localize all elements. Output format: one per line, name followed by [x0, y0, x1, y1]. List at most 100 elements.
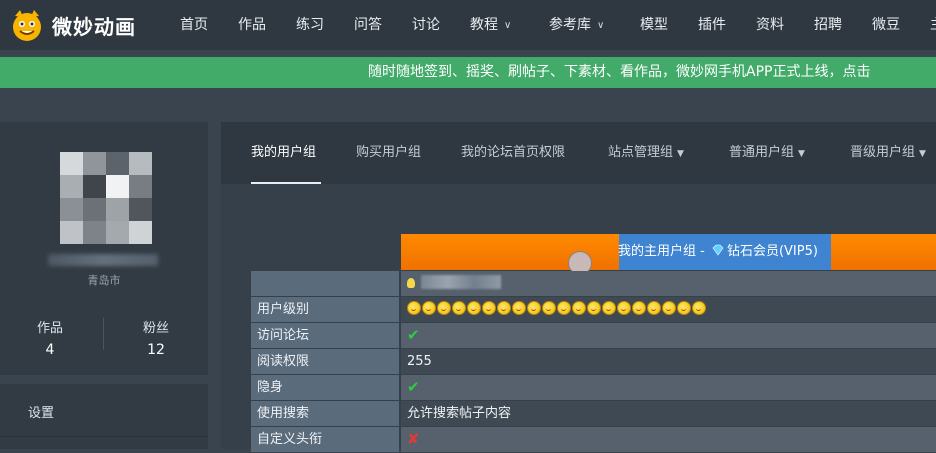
nav-qa[interactable]: 问答: [354, 0, 382, 50]
perm-label: [251, 271, 399, 296]
smiley-icon: [662, 301, 676, 315]
group-header-prefix: 我的主用户组 -: [618, 244, 709, 259]
caret-down-icon: ▼: [798, 149, 805, 159]
nav-resources[interactable]: 资料: [756, 0, 784, 50]
divider: [0, 436, 208, 437]
avatar[interactable]: [60, 152, 152, 244]
nav-home[interactable]: 首页: [180, 0, 208, 50]
perm-label: 访问论坛: [251, 323, 399, 348]
nav-discuss[interactable]: 讨论: [412, 0, 440, 50]
user-location: 青岛市: [87, 274, 121, 287]
perm-label: 阅读权限: [251, 349, 399, 374]
perm-label: 使用搜索: [251, 401, 399, 426]
stat-divider: [103, 318, 104, 350]
smiley-icon: [572, 301, 586, 315]
nav-reference-label: 参考库: [549, 17, 591, 33]
top-nav: 微妙动画 首页 作品 练习 问答 讨论 教程 ∨ 参考库 ∨ 模型 插件 资料 招聘…: [0, 0, 936, 50]
diamond-icon: [712, 244, 724, 256]
table-row: [251, 271, 936, 296]
perm-value: 255: [401, 349, 936, 374]
smiley-icon: [617, 301, 631, 315]
smiley-icon: [437, 301, 451, 315]
perm-label: 自定义头衔: [251, 427, 399, 452]
nav-reference[interactable]: 参考库 ∨: [549, 0, 604, 50]
smiley-icon: [512, 301, 526, 315]
settings-link[interactable]: 设置: [28, 402, 54, 421]
check-icon: ✔: [407, 326, 420, 344]
smiley-icon: [542, 301, 556, 315]
tab-promotion-groups[interactable]: 晋级用户组 ▼: [850, 122, 926, 184]
perm-label: 隐身: [251, 375, 399, 400]
group-header: 我的主用户组 - 钻石会员(VIP5): [401, 234, 936, 270]
smiley-icon: [632, 301, 646, 315]
smiley-icon: [587, 301, 601, 315]
perm-value: [401, 271, 936, 296]
nav-tutorials-label: 教程: [470, 17, 498, 33]
logo-mascot-icon: [13, 10, 41, 41]
cross-icon: ✘: [407, 430, 420, 448]
smiley-icon: [482, 301, 496, 315]
side-menu: 设置: [0, 384, 208, 449]
announcement-text: 随时随地签到、摇奖、刷帖子、下素材、看作品，微妙网手机APP正式上线，点击: [368, 64, 871, 80]
nav-plugins[interactable]: 插件: [698, 0, 726, 50]
nav-weidou[interactable]: 微豆: [872, 0, 900, 50]
table-row: 自定义头衔 ✘: [251, 427, 936, 452]
username-blurred: [48, 254, 158, 266]
nav-practice[interactable]: 练习: [296, 0, 324, 50]
smiley-icon: [677, 301, 691, 315]
check-icon: ✔: [407, 378, 420, 396]
caret-down-icon: ▼: [919, 149, 926, 159]
table-row: 访问论坛 ✔: [251, 323, 936, 348]
stat-label: 作品: [36, 321, 63, 336]
tab-label: 晋级用户组: [850, 145, 916, 160]
nav-more[interactable]: 主: [930, 0, 936, 50]
perm-value: [401, 297, 936, 322]
chevron-down-icon: ∨: [597, 20, 605, 31]
nav-works[interactable]: 作品: [238, 0, 266, 50]
group-name: 钻石会员(VIP5): [726, 244, 818, 259]
tab-forum-permissions[interactable]: 我的论坛首页权限: [461, 122, 565, 184]
announcement-bar[interactable]: 随时随地签到、摇奖、刷帖子、下素材、看作品，微妙网手机APP正式上线，点击: [0, 57, 936, 88]
smiley-icon: [422, 301, 436, 315]
username-blurred: [421, 275, 501, 289]
smiley-icon: [647, 301, 661, 315]
table-row: 用户级别: [251, 297, 936, 322]
perm-label: 用户级别: [251, 297, 399, 322]
brand-name: 微妙动画: [52, 14, 136, 39]
nav-jobs[interactable]: 招聘: [814, 0, 842, 50]
smiley-icon: [452, 301, 466, 315]
table-row: 使用搜索 允许搜索帖子内容: [251, 401, 936, 426]
chevron-down-icon: ∨: [504, 20, 512, 31]
perm-value: ✘: [401, 427, 936, 452]
perm-value: 允许搜索帖子内容: [401, 401, 936, 426]
perm-value: ✔: [401, 375, 936, 400]
smiley-icon: [557, 301, 571, 315]
smiley-icon: [467, 301, 481, 315]
stat-value: 4: [45, 342, 55, 358]
perm-value: ✔: [401, 323, 936, 348]
stat-works[interactable]: 作品 4: [0, 317, 100, 358]
level-faces: [407, 301, 707, 317]
main-panel: 我的用户组 购买用户组 我的论坛首页权限 站点管理组 ▼ 普通用户组 ▼ 晋级用户组…: [221, 122, 936, 452]
table-row: 阅读权限 255: [251, 349, 936, 374]
tab-label: 普通用户组: [729, 145, 795, 160]
profile-card: 青岛市 作品 4 粉丝 12: [0, 122, 208, 375]
active-tab-indicator: [251, 182, 321, 184]
smiley-icon: [602, 301, 616, 315]
stat-value: 12: [147, 342, 165, 358]
tab-buy-groups[interactable]: 购买用户组: [356, 122, 421, 184]
nav-models[interactable]: 模型: [640, 0, 668, 50]
site-logo[interactable]: 微妙动画: [10, 8, 136, 42]
smiley-icon: [497, 301, 511, 315]
nav-tutorials[interactable]: 教程 ∨: [470, 0, 511, 50]
tab-label: 站点管理组: [608, 145, 674, 160]
smiley-icon: [692, 301, 706, 315]
tab-site-admin[interactable]: 站点管理组 ▼: [608, 122, 684, 184]
smiley-icon: [407, 301, 421, 315]
smiley-icon: [527, 301, 541, 315]
tab-normal-groups[interactable]: 普通用户组 ▼: [729, 122, 805, 184]
stat-fans[interactable]: 粉丝 12: [106, 317, 206, 358]
group-header-text: 我的主用户组 - 钻石会员(VIP5): [618, 234, 818, 270]
tab-my-groups[interactable]: 我的用户组: [251, 122, 316, 184]
caret-down-icon: ▼: [677, 149, 684, 159]
